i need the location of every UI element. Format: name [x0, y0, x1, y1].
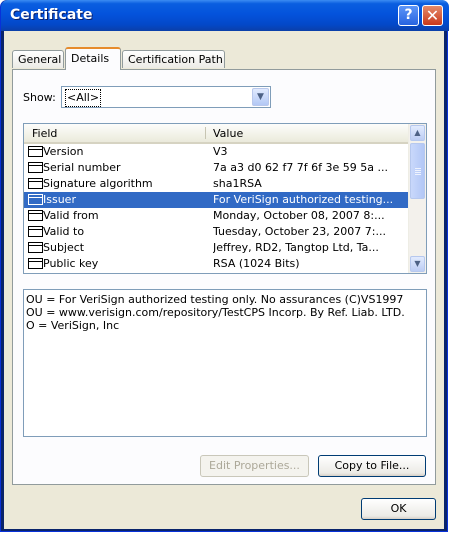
show-label: Show: [23, 91, 56, 104]
detail-line: OU = For VeriSign authorized testing onl… [26, 293, 404, 306]
list-header: Field Value [24, 124, 409, 144]
certificate-field-icon [28, 178, 43, 189]
certificate-field-icon [28, 194, 43, 205]
certificate-field-icon [28, 226, 43, 237]
certificate-field-icon [28, 242, 43, 253]
chevron-up-icon[interactable]: ▲ [410, 125, 425, 141]
certificate-field-icon [28, 258, 43, 269]
ok-button[interactable]: OK [361, 498, 436, 520]
show-dropdown[interactable]: <All> ▼ [61, 86, 271, 108]
tab-certification-path[interactable]: Certification Path [122, 50, 225, 68]
edit-properties-button[interactable]: Edit Properties... [200, 455, 309, 477]
row-field-value: 7a a3 d0 62 f7 7f 6f 3e 59 5a ... [213, 161, 389, 174]
list-row[interactable]: Version V3 [24, 144, 409, 160]
row-field-name: Valid to [43, 225, 85, 238]
list-rows: Version V3 Serial number 7a a3 d0 62 f7 7f … [24, 144, 409, 272]
column-header-field[interactable]: Field [32, 127, 57, 140]
row-field-name: Signature algorithm [43, 177, 153, 190]
row-field-value: For VeriSign authorized testing... [213, 193, 394, 206]
row-field-value: V3 [213, 145, 228, 158]
show-dropdown-value: <All> [65, 89, 102, 107]
row-field-name: Subject [43, 241, 85, 254]
row-field-value: Jeffrey, RD2, Tangtop Ltd, Ta... [213, 241, 379, 254]
list-row[interactable]: Subject Jeffrey, RD2, Tangtop Ltd, Ta... [24, 240, 409, 256]
certificate-field-icon [28, 162, 43, 173]
row-field-name: Serial number [43, 161, 121, 174]
title-bar[interactable]: Certificate ? ✕ [1, 0, 449, 31]
detail-line: OU = www.verisign.com/repository/TestCPS… [26, 306, 405, 319]
scrollbar-thumb[interactable] [410, 143, 425, 199]
list-row[interactable]: Serial number 7a a3 d0 62 f7 7f 6f 3e 59 … [24, 160, 409, 176]
chevron-down-icon[interactable]: ▼ [410, 256, 425, 272]
list-row[interactable]: Issuer For VeriSign authorized testing... [24, 192, 409, 208]
detail-line: O = VeriSign, Inc [26, 319, 120, 332]
details-panel: Show: <All> ▼ Field Value Version V3 Seria… [12, 69, 436, 485]
chevron-down-icon[interactable]: ▼ [252, 88, 269, 106]
field-detail-text[interactable]: OU = For VeriSign authorized testing onl… [23, 289, 427, 437]
copy-to-file-button[interactable]: Copy to File... [318, 455, 426, 477]
vertical-scrollbar[interactable]: ▲ ▼ [408, 124, 426, 273]
row-field-value: RSA (1024 Bits) [213, 257, 300, 270]
row-field-value: sha1RSA [213, 177, 262, 190]
list-row[interactable]: Valid to Tuesday, October 23, 2007 7:... [24, 224, 409, 240]
row-field-name: Valid from [43, 209, 99, 222]
column-divider[interactable] [205, 127, 206, 139]
tab-details[interactable]: Details [65, 47, 121, 70]
dialog-body: General Details Certification Path Show:… [4, 31, 444, 529]
list-row[interactable]: Public key RSA (1024 Bits) [24, 256, 409, 272]
tab-general[interactable]: General [12, 50, 64, 68]
window-title: Certificate [10, 7, 93, 23]
fields-list[interactable]: Field Value Version V3 Serial number 7a a3 … [23, 123, 427, 274]
certificate-field-icon [28, 146, 43, 157]
column-header-value[interactable]: Value [213, 127, 243, 140]
help-button[interactable]: ? [398, 5, 419, 26]
row-field-value: Monday, October 08, 2007 8:... [213, 209, 385, 222]
certificate-window: Certificate ? ✕ General Details Certific… [0, 0, 449, 532]
list-row[interactable]: Signature algorithm sha1RSA [24, 176, 409, 192]
close-button[interactable]: ✕ [422, 5, 443, 26]
row-field-name: Issuer [43, 193, 76, 206]
certificate-field-icon [28, 210, 43, 221]
row-field-value: Tuesday, October 23, 2007 7:... [213, 225, 386, 238]
row-field-name: Public key [43, 257, 99, 270]
list-row[interactable]: Valid from Monday, October 08, 2007 8:... [24, 208, 409, 224]
row-field-name: Version [43, 145, 84, 158]
